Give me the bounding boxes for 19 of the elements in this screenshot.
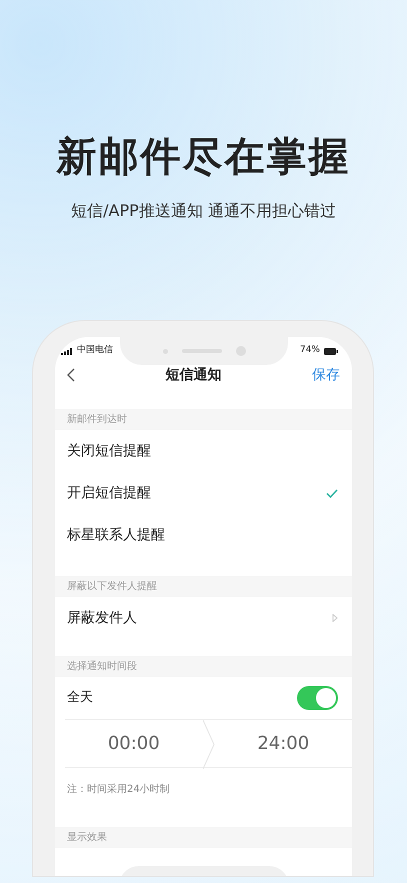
signal-icon [61,348,73,354]
chevron-right-icon [332,614,338,622]
section-header: 显示效果 [66,831,108,845]
section-header: 新邮件到达时 [66,412,128,427]
carrier-label: 中国电信 [77,344,113,358]
save-button[interactable]: 保存 [312,364,340,386]
subheadline: 短信/APP推送通知 通通不用担心错过 [71,200,336,222]
battery-percent: 74% [300,344,320,358]
toggle-switch[interactable] [297,686,338,710]
section-header: 选择通知时间段 [66,660,138,674]
screen-title: 短信通知 [166,366,222,384]
section-header: 屏蔽以下发件人提醒 [66,580,158,594]
headline: 新邮件尽在掌握 [56,133,350,181]
start-time[interactable]: 00:00 [108,730,160,757]
back-icon[interactable] [67,368,75,382]
end-time[interactable]: 24:00 [257,730,310,757]
time-note: 注：时间采用24小时制 [66,782,171,797]
toggle-label: 全天 [67,689,93,708]
battery-icon [324,348,338,354]
